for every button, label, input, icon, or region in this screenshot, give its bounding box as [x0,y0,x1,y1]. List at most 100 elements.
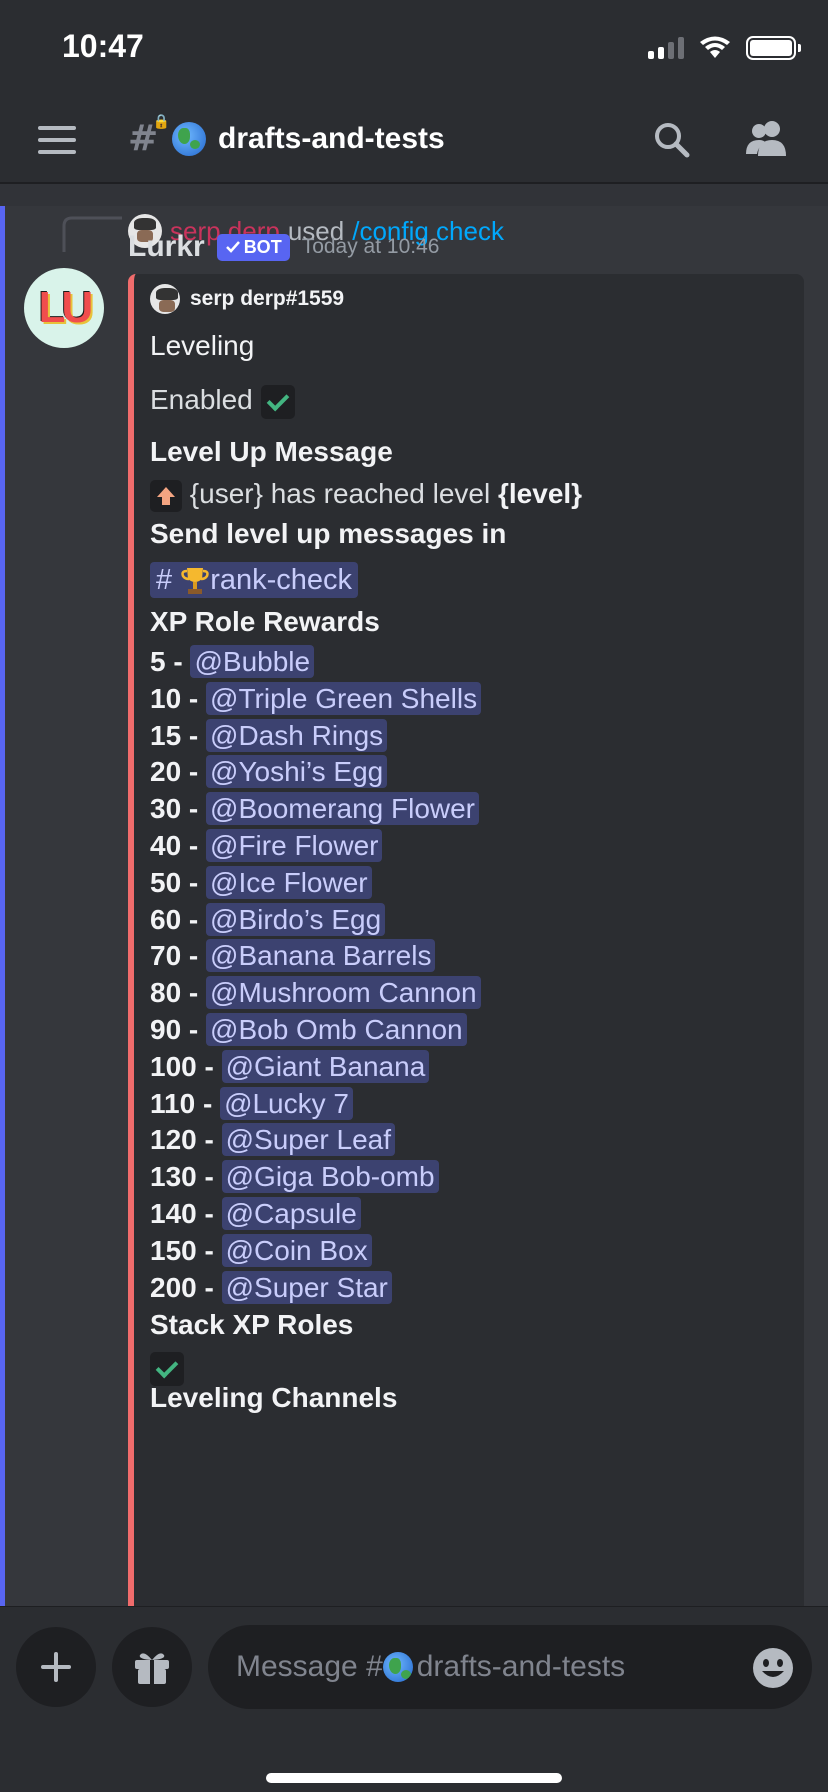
placeholder-prefix: Message # [236,1650,383,1683]
role-mention[interactable]: @Giga Bob-omb [221,1160,439,1194]
gift-button[interactable] [112,1627,192,1707]
role-mention[interactable]: @Yoshi’s Egg [206,755,388,789]
message-header: Lurkr BOT Today at 10:46 [128,230,439,264]
bot-tag-label: BOT [243,236,282,257]
role-mention[interactable]: @Giant Banana [221,1049,430,1083]
role-mention[interactable]: @Triple Green Shells [206,681,482,715]
config-embed: serp derp#1559 Leveling Enabled Level Up… [128,274,804,1606]
message-placeholder: Message # drafts-and-tests [236,1650,625,1684]
reward-row: 90 - @Bob Omb Cannon [150,1013,467,1046]
reward-level: 100 - [150,1050,222,1082]
role-mention[interactable]: @Fire Flower [206,829,383,862]
check-icon [260,384,295,419]
trophy-icon [181,568,209,595]
reward-row: 200 - @Super Star [150,1270,392,1304]
role-mention[interactable]: @Banana Barrels [206,939,436,973]
reward-level: 15 - [150,719,207,751]
reward-level: 110 - [150,1087,221,1119]
reward-row: 30 - @Boomerang Flower [150,792,480,826]
reply-connector [62,216,122,252]
add-attachment-button[interactable] [16,1627,96,1707]
reward-level: 5 - [150,646,191,677]
reward-row: 140 - @Capsule [150,1197,361,1230]
members-icon[interactable] [744,118,788,162]
reward-level: 30 - [150,793,207,825]
reward-level: 20 - [150,756,207,788]
reward-level: 40 - [150,830,207,861]
send-in-channel-row: # rank-check [150,562,359,598]
channel-hash: # [156,564,173,596]
reward-level: 200 - [150,1271,222,1303]
status-icons [648,36,801,60]
message-timestamp: Today at 10:46 [301,235,440,258]
embed-author: serp derp#1559 [150,284,344,314]
role-mention[interactable]: @Coin Box [221,1233,372,1267]
menu-icon[interactable] [38,126,76,154]
role-mention[interactable]: @Mushroom Cannon [206,976,481,1010]
reward-row: 100 - @Giant Banana [150,1049,430,1083]
channel-header[interactable]: # 🔒 drafts-and-tests [128,114,445,159]
rank-check-channel-mention[interactable]: # rank-check [150,562,359,598]
wifi-icon [698,36,732,60]
reward-row: 50 - @Ice Flower [150,865,372,899]
role-mention[interactable]: @Bubble [190,645,315,678]
reward-level: 150 - [150,1234,222,1266]
reward-row: 60 - @Birdo’s Egg [150,902,386,936]
leveling-channels-title: Leveling Channels [150,1382,398,1413]
composer-bar: Message # drafts-and-tests [0,1606,828,1792]
embed-author-name: serp derp#1559 [190,287,345,310]
embed-author-avatar [150,284,180,314]
reward-row: 150 - @Coin Box [150,1233,372,1267]
reward-level: 60 - [150,903,207,935]
role-mention[interactable]: @Birdo’s Egg [206,902,386,936]
stack-title: Stack XP Roles [150,1309,354,1340]
reward-row: 70 - @Banana Barrels [150,939,436,973]
role-mention[interactable]: @Super Star [221,1270,392,1304]
bot-avatar[interactable]: LU [24,268,104,348]
highlight-bar [0,206,5,1606]
emoji-icon[interactable] [752,1647,794,1693]
level-up-text: {user} has reached level [189,478,498,509]
channel-name: rank-check [210,564,353,596]
placeholder-channel: drafts-and-tests [416,1650,626,1683]
role-mention[interactable]: @Lucky 7 [220,1086,353,1120]
enabled-row: Enabled [150,384,295,419]
bot-tag: BOT [216,233,290,261]
globe-emoji-icon [382,1652,413,1682]
message-input[interactable]: Message # drafts-and-tests [208,1625,812,1709]
stack-value [150,1352,184,1386]
home-indicator [266,1773,562,1783]
role-mention[interactable]: @Capsule [221,1197,361,1230]
author-name[interactable]: Lurkr [128,230,205,264]
locked-channel-icon: # 🔒 [128,114,170,159]
gift-icon [135,1653,169,1684]
role-mention[interactable]: @Boomerang Flower [206,792,480,826]
reward-level: 120 - [150,1124,222,1156]
role-mention[interactable]: @Bob Omb Cannon [206,1013,467,1046]
reward-level: 10 - [150,682,207,714]
reward-level: 80 - [150,977,207,1009]
role-mention[interactable]: @Super Leaf [221,1123,396,1157]
reward-level: 90 - [150,1014,207,1045]
reward-row: 10 - @Triple Green Shells [150,681,482,715]
level-up-bold: {level} [498,478,583,509]
plus-icon [41,1652,71,1682]
rewards-title: XP Role Rewards [150,606,380,637]
status-time: 10:47 [62,28,144,64]
role-mention[interactable]: @Dash Rings [206,718,388,752]
role-mention[interactable]: @Ice Flower [206,865,372,899]
channel-title: drafts-and-tests [218,121,445,155]
reward-level: 130 - [150,1161,222,1193]
reward-row: 130 - @Giga Bob-omb [150,1160,439,1194]
reward-level: 50 - [150,866,207,898]
reward-row: 5 - @Bubble [150,645,315,678]
avatar-logo: LU [38,283,94,332]
reward-row: 110 - @Lucky 7 [150,1086,353,1120]
battery-icon [746,36,801,60]
reward-row: 120 - @Super Leaf [150,1123,396,1157]
check-icon [150,1352,184,1386]
search-icon[interactable] [652,120,692,164]
reward-row: 40 - @Fire Flower [150,829,383,862]
reward-level: 70 - [150,940,207,972]
message-list[interactable]: serp derp used /config check LU Lurkr BO… [0,186,828,1606]
